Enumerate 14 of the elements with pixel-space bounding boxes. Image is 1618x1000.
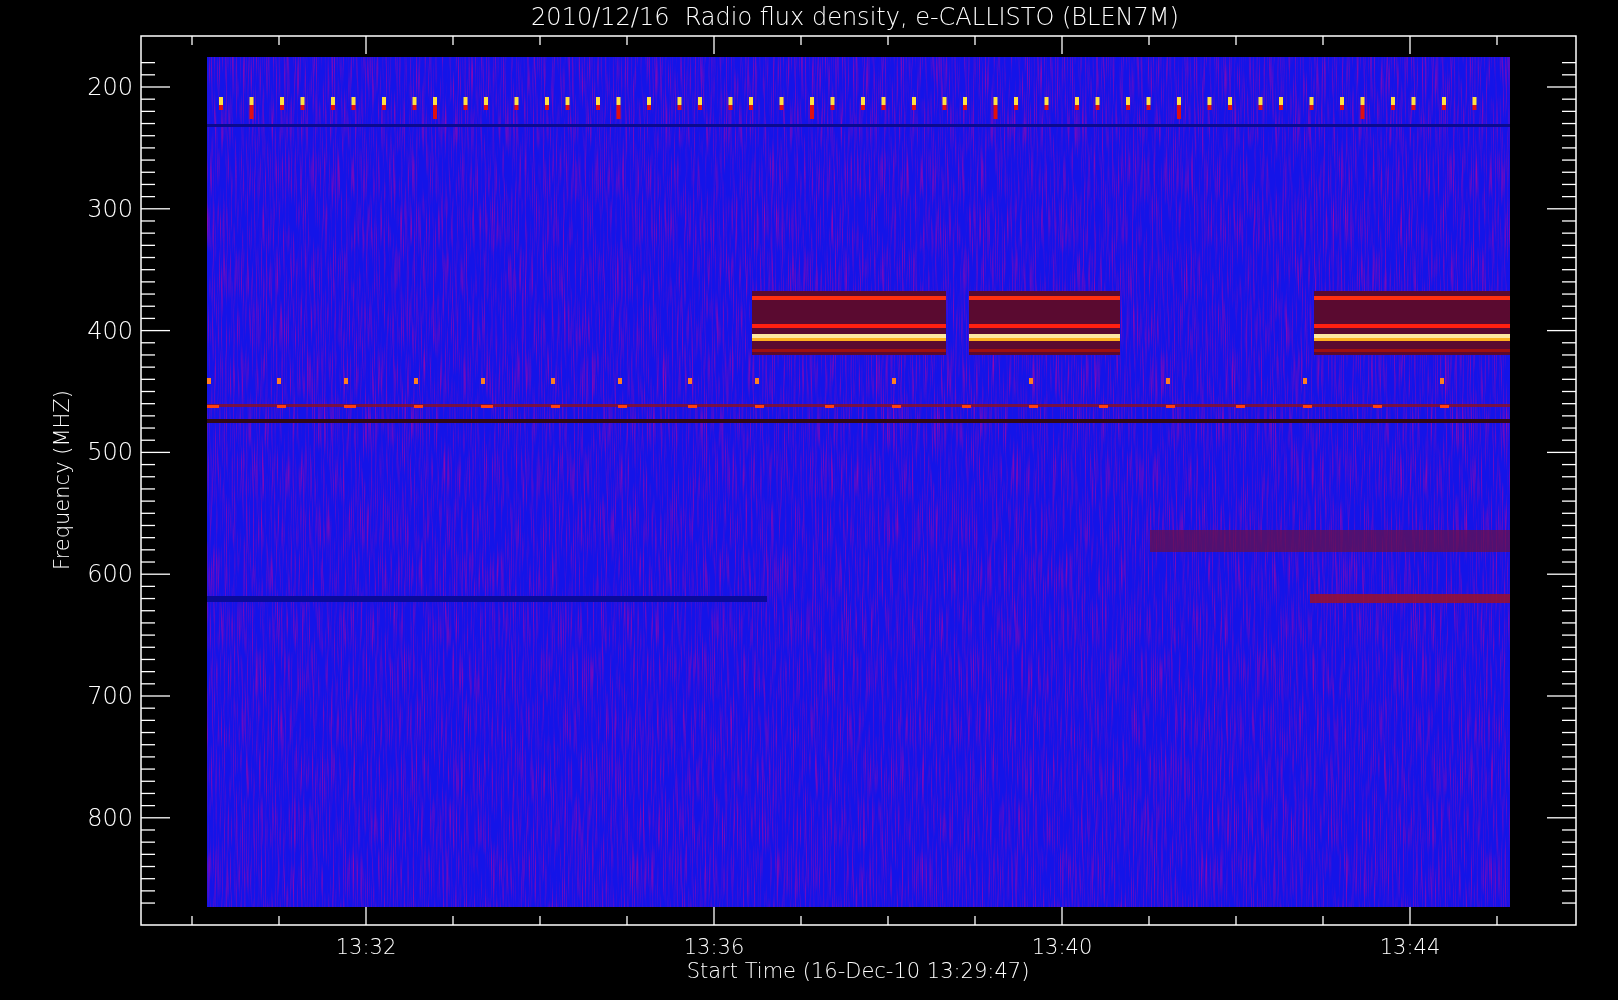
y-tick-label: 600 [87, 560, 133, 589]
chart-title: 2010/12/16 Radio flux density, e-CALLISTO (BLEN7M) [531, 3, 1179, 31]
x-tick-label: 13:32 [335, 935, 397, 959]
x-tick-label: 13:40 [1031, 935, 1093, 959]
x-axis-title: Start Time (16-Dec-10 13:29:47) [686, 959, 1030, 983]
y-tick-label: 800 [87, 803, 133, 832]
y-tick-label: 200 [87, 73, 133, 101]
x-tick-label: 13:36 [683, 935, 745, 959]
y-tick-label: 400 [87, 316, 133, 345]
y-tick-label: 300 [87, 194, 133, 223]
y-tick-label: 500 [87, 438, 133, 467]
x-tick-label: 13:44 [1379, 935, 1441, 959]
y-tick-label: 700 [87, 682, 133, 710]
y-axis-title: Frequency (MHZ) [50, 390, 74, 570]
